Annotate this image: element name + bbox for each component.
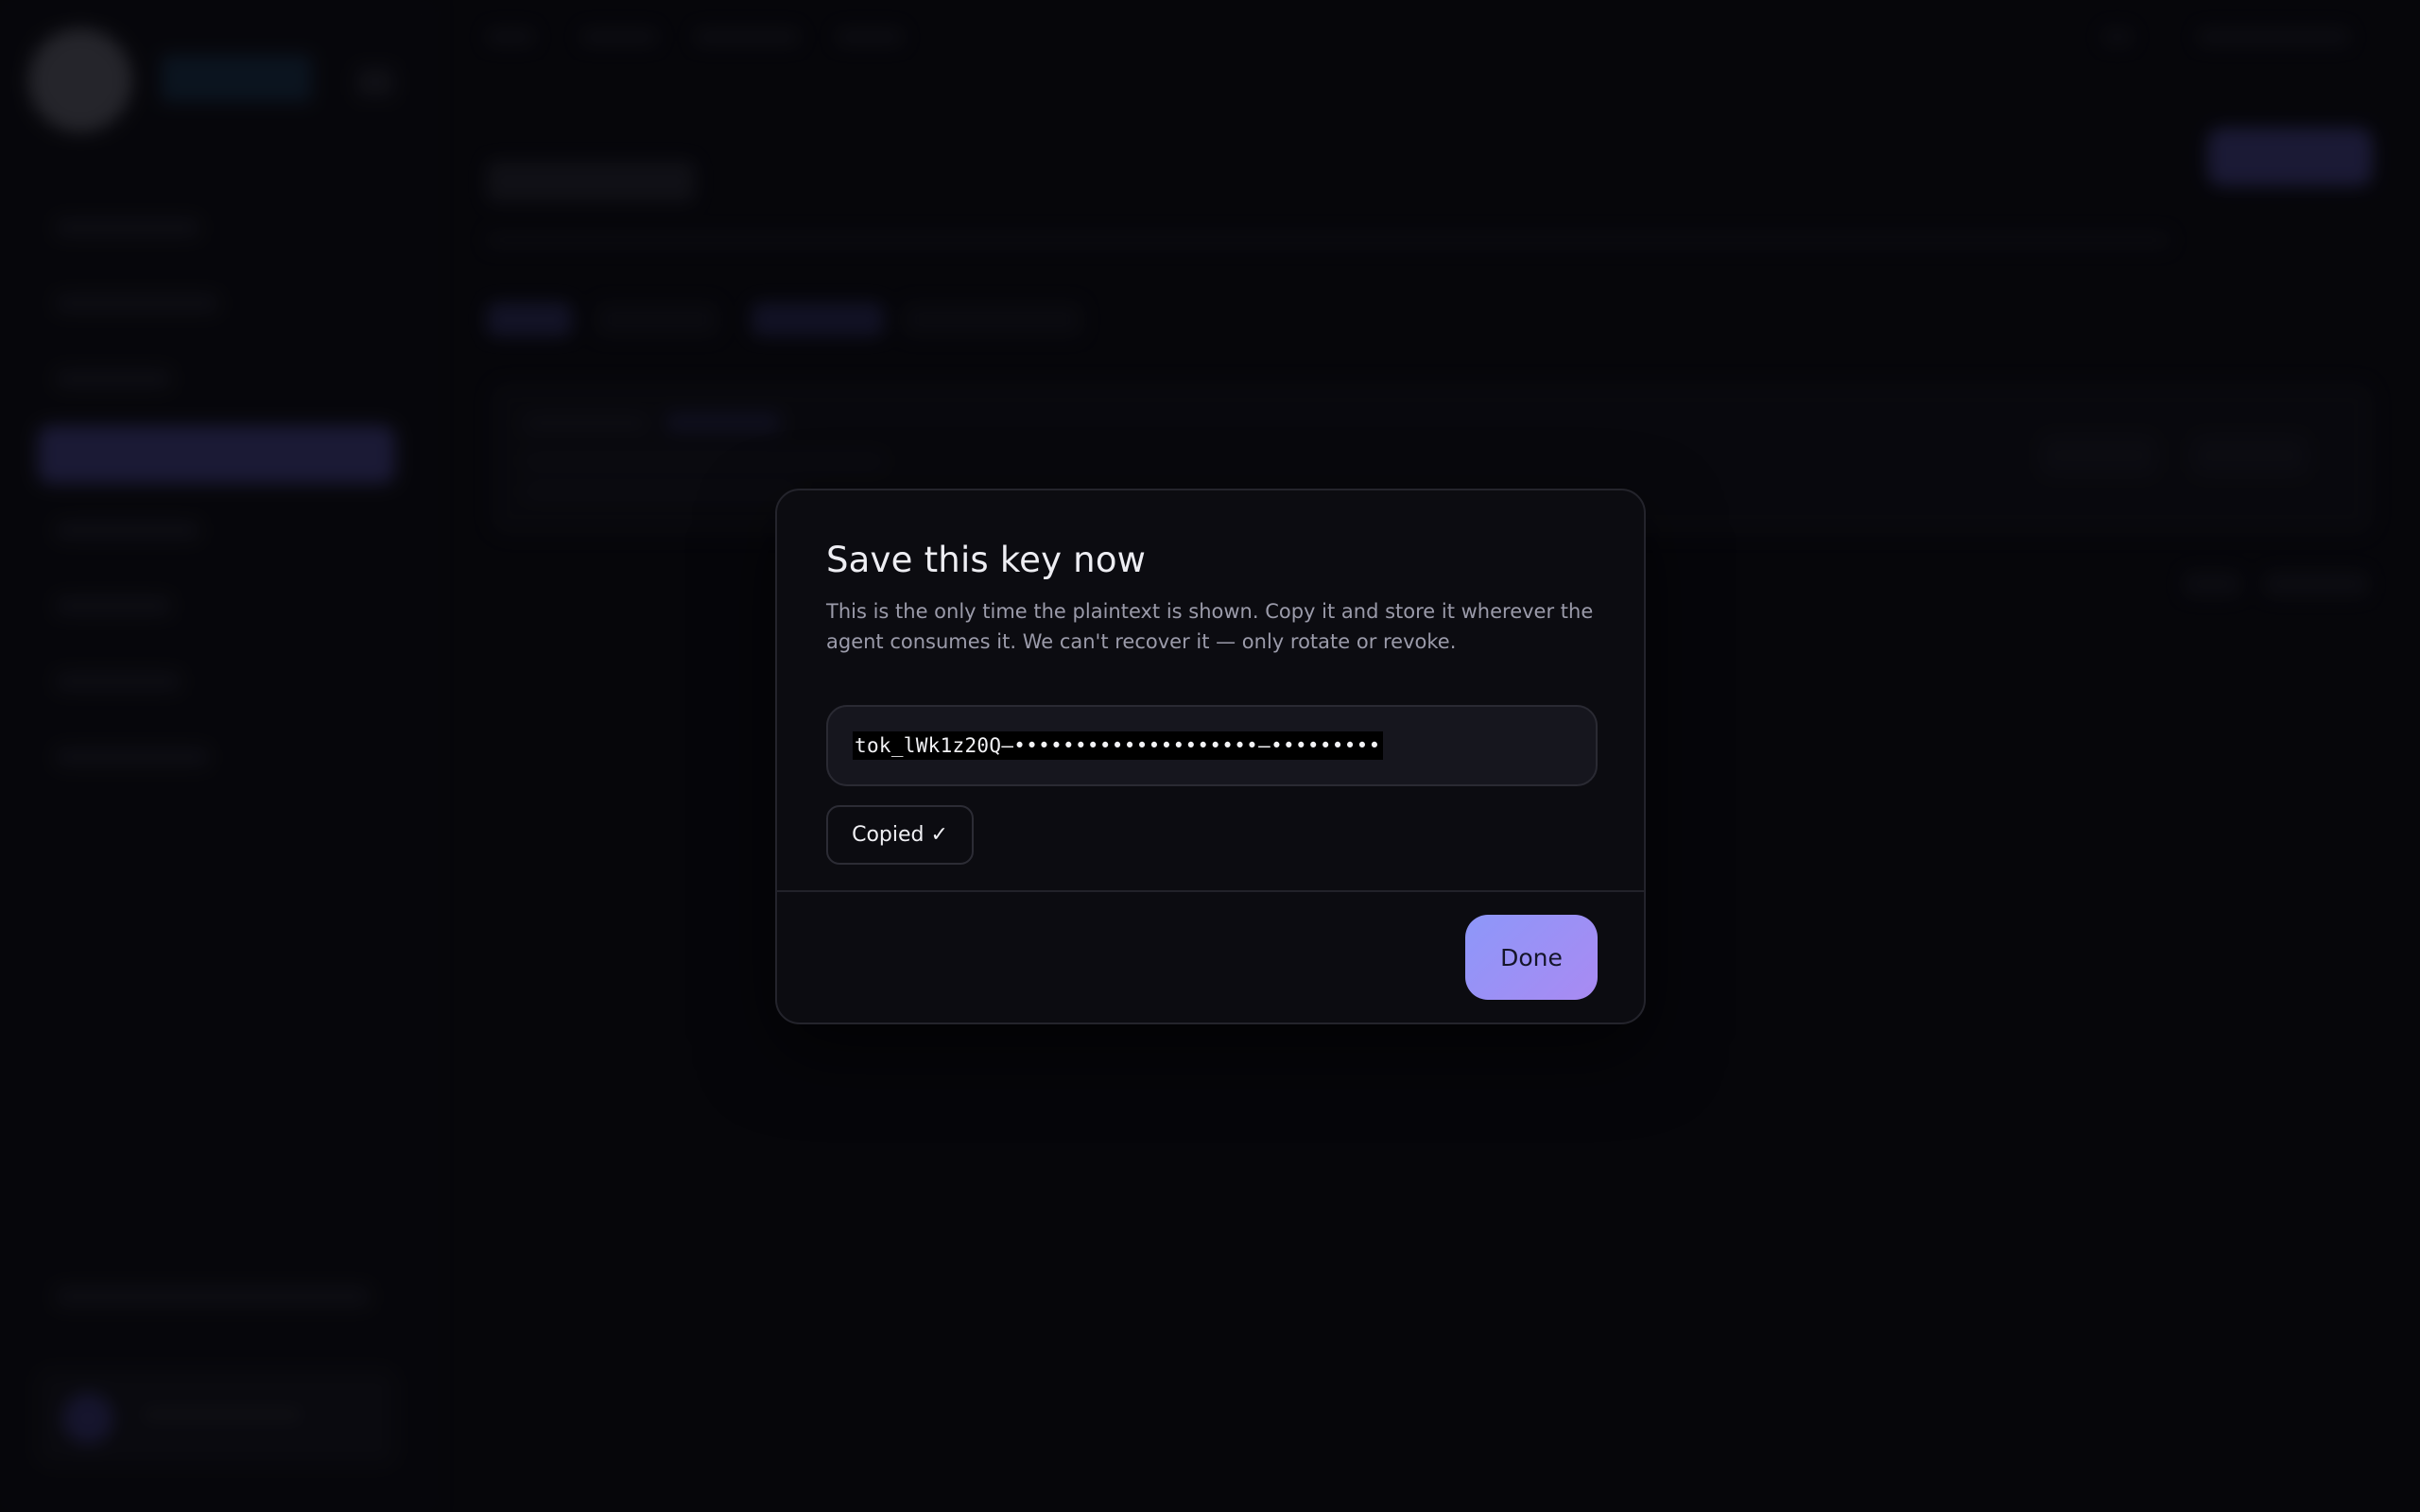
dialog-title: Save this key now: [826, 540, 1147, 580]
api-key-value[interactable]: tok_lWk1z20Q–••••••••••••••••••••–••••••…: [853, 731, 1383, 760]
dialog-divider: [777, 890, 1644, 892]
done-button[interactable]: Done: [1465, 915, 1598, 1000]
dialog-description: This is the only time the plaintext is s…: [826, 600, 1594, 653]
api-key-field[interactable]: tok_lWk1z20Q–••••••••••••••••••••–••••••…: [826, 705, 1598, 786]
save-key-dialog: Save this key now This is the only time …: [775, 489, 1646, 1024]
copy-key-button[interactable]: Copied ✓: [826, 805, 974, 865]
